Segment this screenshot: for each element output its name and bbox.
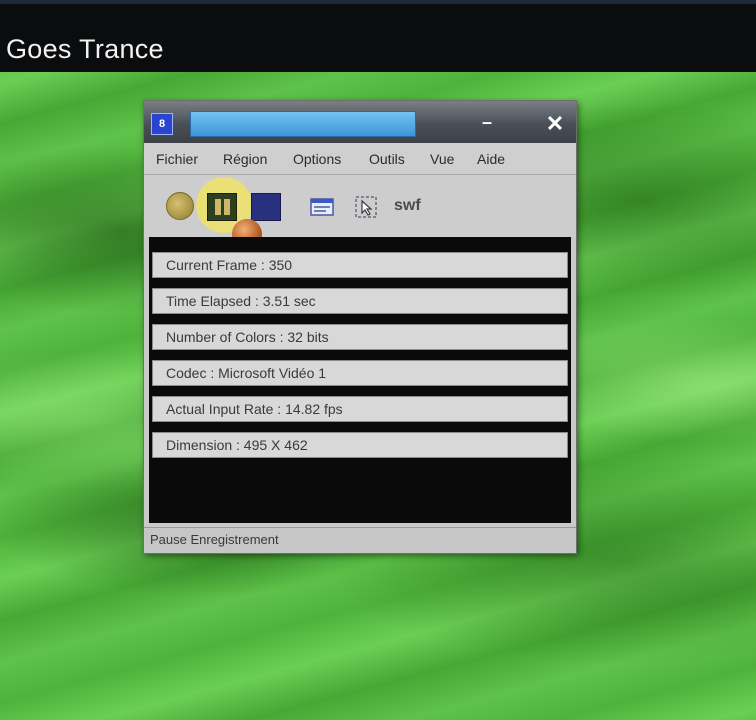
stop-icon[interactable] xyxy=(251,193,281,221)
minimize-button[interactable]: – xyxy=(474,113,500,135)
recorder-window: 8 – ✕ Fichier Région Options Outils Vue … xyxy=(143,100,577,554)
recording-stats-panel: Current Frame : 350 Time Elapsed : 3.51 … xyxy=(149,237,571,523)
stat-current-frame: Current Frame : 350 xyxy=(152,252,568,278)
stat-codec: Codec : Microsoft Vidéo 1 xyxy=(152,360,568,386)
stat-time-elapsed: Time Elapsed : 3.51 sec xyxy=(152,288,568,314)
menu-options[interactable]: Options xyxy=(293,151,341,167)
window-title-bar[interactable]: 8 – ✕ xyxy=(144,101,576,143)
desktop-background: Goes Trance 8 – ✕ Fichier Région Options… xyxy=(0,0,756,720)
pause-bar-left xyxy=(215,199,221,215)
menu-vue[interactable]: Vue xyxy=(430,151,454,167)
window-title xyxy=(191,112,415,136)
pause-bar-right xyxy=(224,199,230,215)
stat-dimension: Dimension : 495 X 462 xyxy=(152,432,568,458)
stat-actual-input-rate: Actual Input Rate : 14.82 fps xyxy=(152,396,568,422)
menu-bar: Fichier Région Options Outils Vue Aide xyxy=(144,143,576,175)
video-title-bar: Goes Trance xyxy=(0,0,756,72)
stat-number-of-colors: Number of Colors : 32 bits xyxy=(152,324,568,350)
cursor-icon-graphic xyxy=(355,196,377,218)
close-button[interactable]: ✕ xyxy=(542,113,568,135)
region-icon-graphic xyxy=(310,198,334,216)
record-icon[interactable] xyxy=(166,192,194,220)
menu-aide[interactable]: Aide xyxy=(477,151,505,167)
status-bar: Pause Enregistrement xyxy=(144,527,576,553)
video-title: Goes Trance xyxy=(6,34,164,64)
swf-icon[interactable]: swf xyxy=(394,197,424,219)
toolbar: swf xyxy=(144,175,576,249)
app-icon: 8 xyxy=(151,113,173,135)
menu-outils[interactable]: Outils xyxy=(369,151,405,167)
pause-icon[interactable] xyxy=(207,193,237,221)
window-title-field xyxy=(190,111,416,137)
menu-fichier[interactable]: Fichier xyxy=(156,151,198,167)
menu-region[interactable]: Région xyxy=(223,151,267,167)
status-text: Pause Enregistrement xyxy=(150,532,279,547)
cursor-icon[interactable] xyxy=(352,193,380,221)
region-icon[interactable] xyxy=(308,193,336,221)
